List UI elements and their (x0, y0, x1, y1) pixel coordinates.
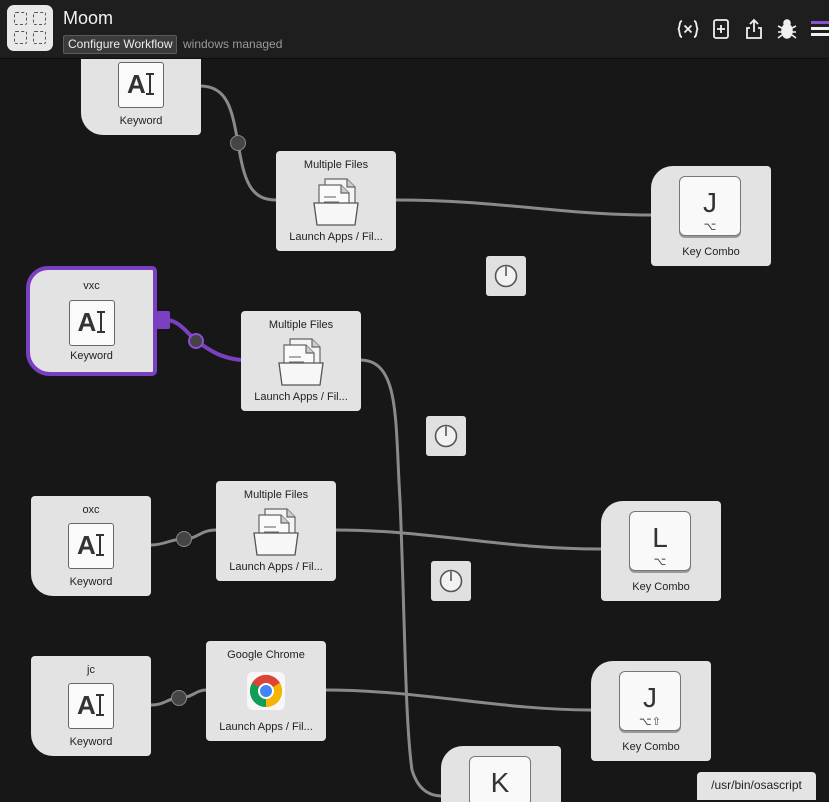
connection-port[interactable] (171, 690, 187, 706)
node-label: Launch Apps / Fil... (289, 231, 383, 243)
files-icon (253, 508, 299, 556)
files-icon (313, 178, 359, 226)
node-title: Multiple Files (303, 159, 369, 171)
configure-workflow-button[interactable]: Configure Workflow (63, 35, 178, 54)
delay-timer-icon[interactable] (431, 561, 471, 601)
node-label: Launch Apps / Fil... (219, 721, 313, 733)
keyword-node[interactable]: oxc A Keyword (31, 496, 151, 596)
wire-launch-3-to-keycombo-2 (334, 528, 602, 551)
launch-apps-node[interactable]: Multiple Files Launch Apps / Fil... (241, 311, 361, 411)
node-title: jc (87, 664, 95, 676)
node-title: Multiple Files (268, 319, 334, 331)
delay-timer-icon[interactable] (426, 416, 466, 456)
delay-timer-icon[interactable] (486, 256, 526, 296)
node-label: Launch Apps / Fil... (229, 561, 323, 573)
node-title: Google Chrome (227, 649, 305, 661)
script-path-badge[interactable]: /usr/bin/osascript (697, 772, 816, 800)
keyword-icon: A (68, 300, 115, 346)
variables-icon[interactable] (677, 18, 699, 40)
wire-launch-4-to-keycombo-3 (324, 688, 592, 712)
files-icon (278, 338, 324, 386)
workflow-description: windows managed (183, 37, 283, 51)
workflow-window: A Keyword Multiple Files Launch Apps / F… (0, 0, 829, 802)
node-label: Keyword (69, 736, 113, 748)
debug-icon[interactable] (776, 18, 798, 40)
key-icon: K (469, 756, 531, 802)
key-combo-node[interactable]: L ⌥ Key Combo (601, 501, 721, 601)
node-label: Keyword (70, 350, 113, 362)
keyword-icon: A (118, 62, 164, 108)
keyword-node[interactable]: jc A Keyword (31, 656, 151, 756)
workflow-title: Moom (63, 8, 114, 28)
node-label: Key Combo (622, 741, 680, 753)
node-title: oxc (82, 504, 100, 516)
node-title: Multiple Files (243, 489, 309, 501)
key-icon: L ⌥ (629, 511, 691, 571)
moom-app-icon (7, 5, 53, 51)
keyword-node-selected[interactable]: vxc A Keyword (26, 266, 157, 376)
chrome-icon (247, 672, 285, 710)
connection-port[interactable] (176, 531, 192, 547)
key-combo-node[interactable]: J ⌥⇧ Key Combo (591, 661, 711, 761)
connection-port[interactable] (230, 135, 246, 151)
key-icon: J ⌥ (679, 176, 741, 236)
node-title: vxc (83, 280, 100, 292)
node-label: Keyword (69, 576, 113, 588)
launch-apps-node[interactable]: Google Chrome Launch Apps / Fil... (206, 641, 326, 741)
node-label: Launch Apps / Fil... (254, 391, 348, 403)
launch-apps-node[interactable]: Multiple Files Launch Apps / Fil... (276, 151, 396, 251)
keyword-icon: A (68, 683, 114, 729)
node-label: Key Combo (632, 581, 690, 593)
selected-output-handle[interactable] (154, 311, 170, 329)
node-label: Key Combo (682, 246, 740, 258)
share-icon[interactable] (743, 18, 765, 40)
node-label: Keyword (119, 115, 163, 127)
launch-apps-node[interactable]: Multiple Files Launch Apps / Fil... (216, 481, 336, 581)
wire-launch-1-to-keycombo-1 (394, 198, 652, 217)
connection-port[interactable] (188, 333, 204, 349)
keyword-icon: A (68, 523, 114, 569)
sidebar-menu-icon[interactable] (809, 18, 829, 40)
key-icon: J ⌥⇧ (619, 671, 681, 731)
key-combo-node[interactable]: K (441, 746, 561, 802)
keyword-node[interactable]: A Keyword (81, 50, 201, 135)
key-combo-node[interactable]: J ⌥ Key Combo (651, 166, 771, 266)
window-header: Moom Configure Workflow windows managed (0, 0, 829, 59)
add-object-icon[interactable] (710, 18, 732, 40)
